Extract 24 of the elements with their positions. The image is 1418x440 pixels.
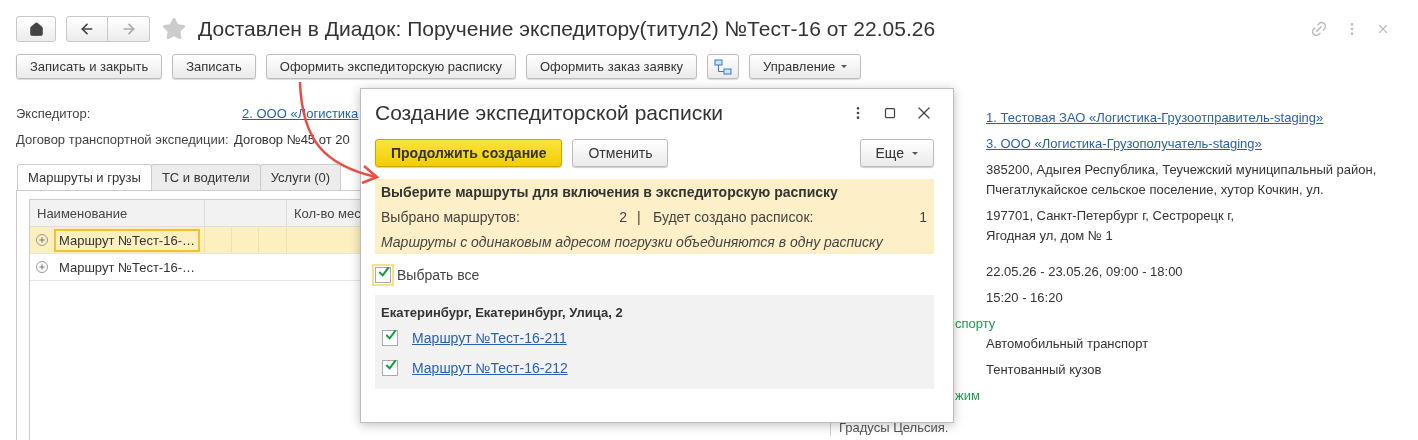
detail-value: Автомобильный транспорт (986, 335, 1150, 353)
group-address: Екатеринбург, Екатеринбург, Улица, 2 (381, 303, 624, 322)
detail-value: 385200, Адыгея Республика, Теучежский муниципальный район, Пчегатлукайское сельское поселение, хутор Кочкин, ул. (986, 161, 1378, 199)
dialog-title: Создание экспедиторской расписки (375, 101, 724, 125)
field-label: Экспедитор: (16, 105, 92, 121)
notice-hint: Маршруты с одинаковым адресом погрузки объединяются в одну расписку (381, 234, 885, 250)
detail-value: Тентованный кузов (986, 361, 1103, 379)
table-cell: Маршрут №Тест-16-… (54, 228, 200, 252)
detail-value: 197701, Санкт-Петербург г, Сестрорецк г, Ягодная ул, дом № 1 (986, 207, 1236, 245)
detail-value: 15:20 - 16:20 (986, 289, 1064, 307)
separator: | (637, 209, 641, 225)
window-title: Доставлен в Диадок: Поручение экспедитору(титул2) №Тест-16 от 22.05.26 (198, 17, 936, 41)
field-value: Договор №45 от 20 (234, 131, 350, 147)
stat-label: Будет создано расписок: (653, 209, 815, 225)
table-cell-text: Маршрут №Тест-16-… (58, 258, 196, 277)
notice-heading: Выберите маршруты для включения в экспедиторскую расписку (381, 184, 839, 200)
group-title: жим (955, 388, 980, 403)
group-title: спорту (955, 316, 996, 331)
detail-value: 22.05.26 - 23.05.26, 09:00 - 18:00 (986, 263, 1184, 281)
stat-label: Выбрано маршрутов: (381, 209, 521, 225)
stat-value: 1 (919, 209, 927, 225)
field-label: Договор транспортной экспедиции: (16, 131, 230, 147)
stat-value: 2 (618, 209, 627, 225)
detail-value: Градусы Цельсия. (839, 420, 949, 435)
